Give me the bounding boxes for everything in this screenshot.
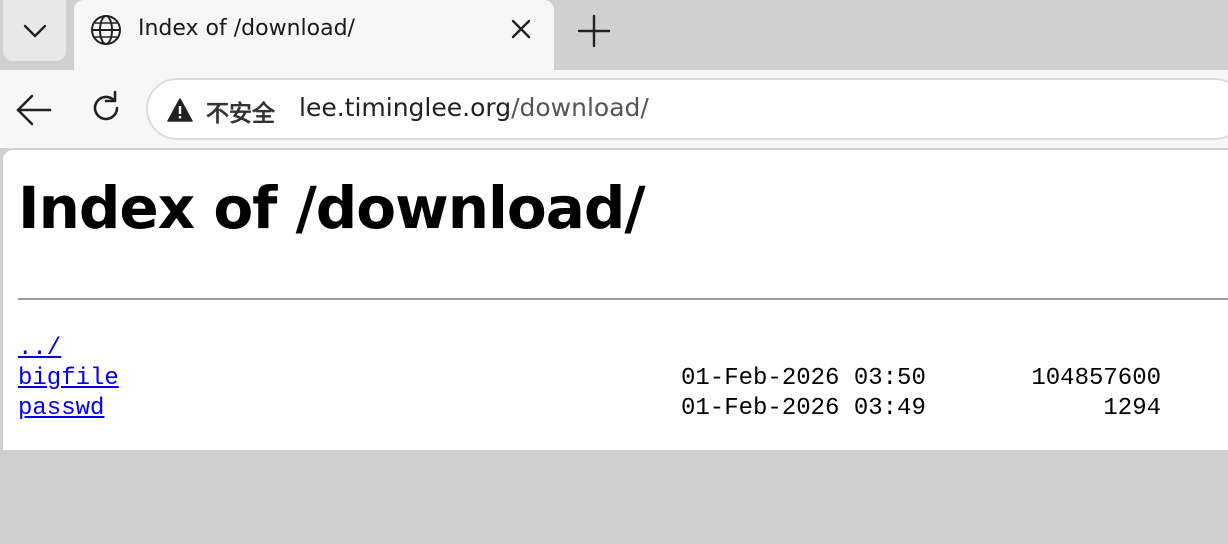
list-item: ../ bbox=[18, 334, 1218, 364]
reload-button[interactable] bbox=[88, 90, 124, 126]
list-item: passwd 01-Feb-2026 03:49 1294 bbox=[18, 394, 1218, 424]
tab-search-button[interactable] bbox=[3, 0, 66, 61]
tab-title: Index of /download/ bbox=[138, 16, 355, 41]
browser-toolbar: 不安全 lee.timinglee.org/download/ bbox=[0, 70, 1228, 148]
page-content: Index of /download/ ../ bigfile 01-Feb-2… bbox=[3, 150, 1228, 450]
url-text[interactable]: lee.timinglee.org/download/ bbox=[299, 93, 649, 122]
warning-icon[interactable] bbox=[167, 98, 193, 122]
address-bar[interactable]: 不安全 lee.timinglee.org/download/ bbox=[146, 78, 1228, 140]
file-link-bigfile[interactable]: bigfile bbox=[18, 364, 119, 394]
globe-icon bbox=[91, 15, 121, 45]
horizontal-rule bbox=[18, 298, 1228, 300]
file-size: 1294 bbox=[1103, 395, 1161, 422]
file-link-passwd[interactable]: passwd bbox=[18, 394, 104, 424]
chevron-down-icon bbox=[23, 24, 46, 37]
file-date: 01-Feb-2026 03:49 bbox=[681, 395, 926, 422]
file-size: 104857600 bbox=[1031, 365, 1161, 392]
list-item: bigfile 01-Feb-2026 03:50 104857600 bbox=[18, 364, 1218, 394]
back-button[interactable] bbox=[14, 92, 54, 128]
page-title: Index of /download/ bbox=[18, 174, 646, 242]
not-secure-label[interactable]: 不安全 bbox=[206, 94, 275, 128]
active-tab[interactable]: Index of /download/ bbox=[74, 0, 554, 70]
tab-strip: Index of /download/ bbox=[0, 0, 1228, 70]
url-host: lee.timinglee.org bbox=[299, 93, 512, 122]
url-path: /download/ bbox=[511, 93, 649, 122]
new-tab-button[interactable] bbox=[577, 14, 611, 48]
parent-directory-link[interactable]: ../ bbox=[18, 334, 61, 364]
close-tab-icon[interactable] bbox=[508, 16, 534, 42]
file-date: 01-Feb-2026 03:50 bbox=[681, 365, 926, 392]
directory-listing: ../ bigfile 01-Feb-2026 03:50 104857600 … bbox=[18, 334, 1218, 424]
